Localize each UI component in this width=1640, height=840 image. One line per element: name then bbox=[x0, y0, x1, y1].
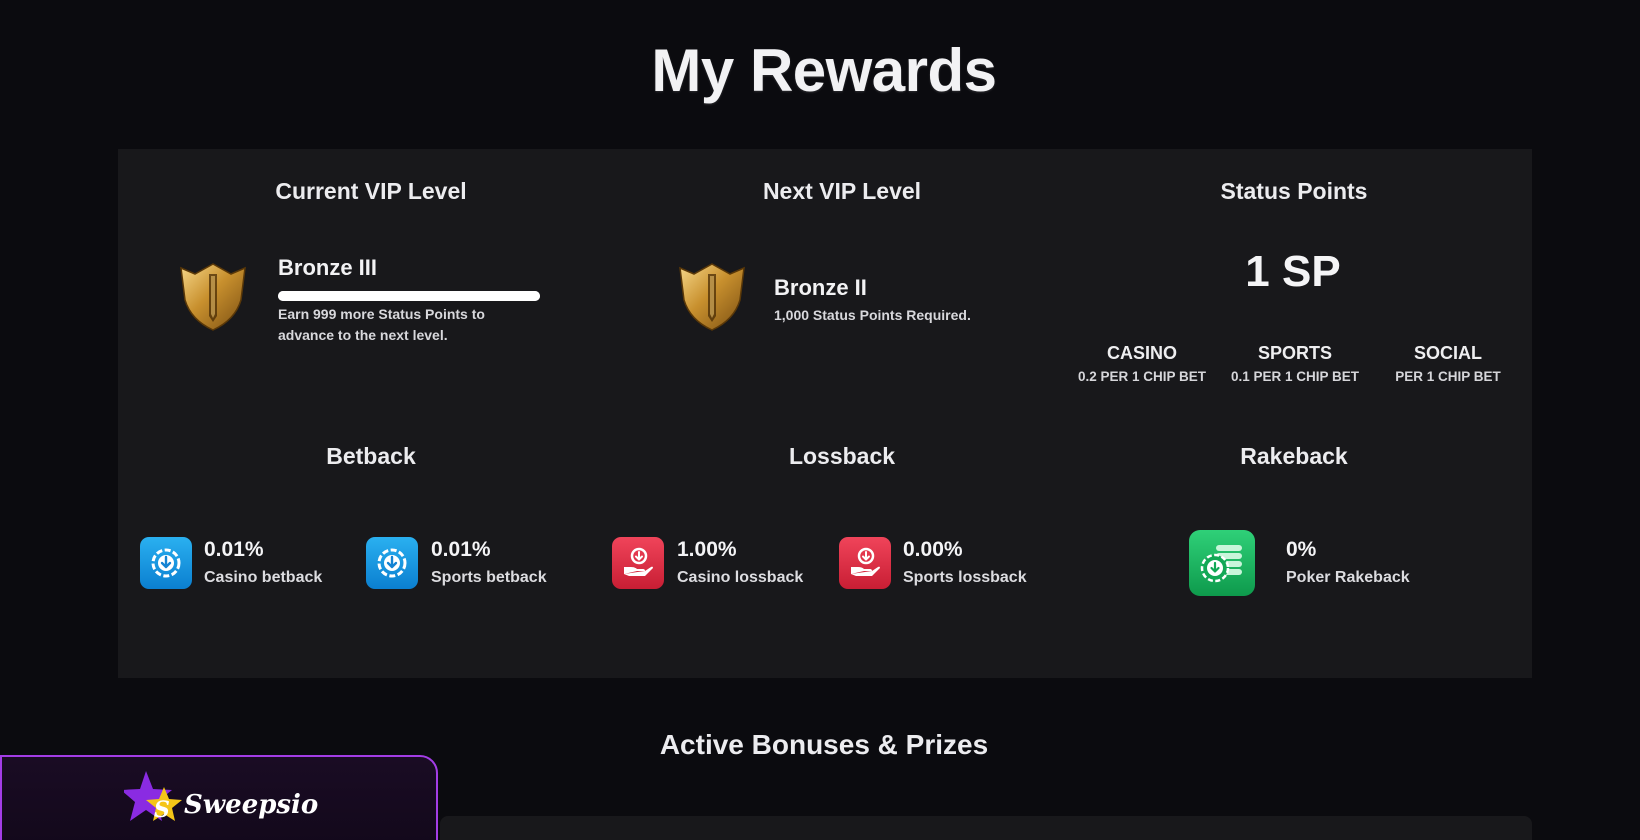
poker-rakeback-label: Poker Rakeback bbox=[1286, 569, 1410, 586]
vip-progress-fill bbox=[278, 291, 540, 301]
brand-name: Sweepsio bbox=[184, 790, 319, 820]
current-level-message: Earn 999 more Status Points to advance t… bbox=[278, 306, 485, 343]
status-points-value: 1 SP bbox=[1245, 247, 1341, 296]
casino-lossback-label: Casino lossback bbox=[677, 569, 804, 586]
next-level-requirement: 1,000 Status Points Required. bbox=[774, 307, 971, 323]
rewards-panel: Current VIP Level Bronze III Earn 999 mo… bbox=[118, 149, 1532, 678]
lossback-hand-icon bbox=[839, 537, 891, 589]
sp-column-sports: SPORTS 0.1 PER 1 CHIP BET bbox=[1220, 341, 1370, 389]
sports-betback-value: 0.01% bbox=[431, 538, 491, 561]
poker-rakeback-value: 0% bbox=[1286, 538, 1317, 561]
sp-column-rate: 0.1 PER 1 CHIP BET bbox=[1230, 369, 1360, 384]
sp-column-name: SPORTS bbox=[1257, 343, 1332, 363]
sports-lossback-value: 0.00% bbox=[903, 538, 963, 561]
current-vip-title: Current VIP Level bbox=[275, 178, 467, 204]
rewards-page: My Rewards Current VIP Level Bronze III … bbox=[0, 0, 1640, 840]
sp-column-rate: PER 1 CHIP BET bbox=[1395, 369, 1501, 384]
sp-column-name: CASINO bbox=[1106, 343, 1177, 363]
casino-lossback-value: 1.00% bbox=[677, 538, 737, 561]
shield-icon bbox=[679, 263, 745, 331]
casino-betback-label: Casino betback bbox=[204, 569, 323, 586]
status-points-title: Status Points bbox=[1220, 178, 1368, 204]
lossback-title: Lossback bbox=[788, 443, 896, 469]
next-vip-title: Next VIP Level bbox=[762, 178, 922, 204]
betback-download-icon bbox=[140, 537, 192, 589]
sp-column-name: SOCIAL bbox=[1413, 343, 1482, 363]
page-title: My Rewards bbox=[651, 37, 997, 104]
shield-icon bbox=[180, 263, 246, 331]
brand-watermark: S Sweepsio bbox=[0, 755, 438, 840]
betback-title: Betback bbox=[326, 443, 416, 469]
sports-betback-label: Sports betback bbox=[431, 569, 547, 586]
star-logo-icon: S bbox=[124, 771, 182, 823]
svg-text:S: S bbox=[154, 797, 170, 823]
betback-download-icon bbox=[366, 537, 418, 589]
next-level-name: Bronze II bbox=[774, 275, 867, 300]
vip-progress-bar bbox=[278, 291, 540, 301]
sp-column-rate: 0.2 PER 1 CHIP BET bbox=[1077, 369, 1207, 384]
rakeback-chips-icon bbox=[1189, 530, 1255, 596]
current-level-name: Bronze III bbox=[278, 255, 378, 280]
bonuses-card bbox=[440, 816, 1532, 840]
rakeback-title: Rakeback bbox=[1240, 443, 1348, 469]
sp-column-social: SOCIAL PER 1 CHIP BET bbox=[1373, 341, 1523, 389]
sp-column-casino: CASINO 0.2 PER 1 CHIP BET bbox=[1067, 341, 1217, 389]
casino-betback-value: 0.01% bbox=[204, 538, 264, 561]
lossback-hand-icon bbox=[612, 537, 664, 589]
sports-lossback-label: Sports lossback bbox=[903, 569, 1027, 586]
